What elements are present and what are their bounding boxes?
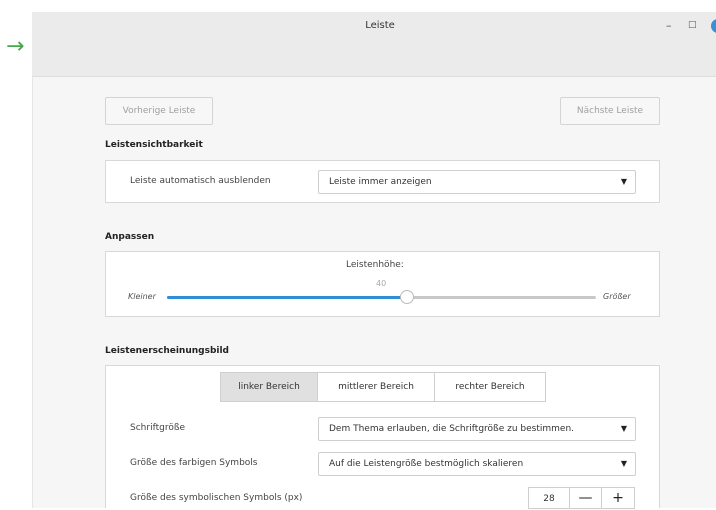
slider-max-label: Größer xyxy=(603,292,631,301)
tab-right-zone[interactable]: rechter Bereich xyxy=(434,372,546,402)
panel-height-value: 40 xyxy=(376,279,387,288)
next-panel-button[interactable]: Nächste Leiste xyxy=(560,97,660,125)
color-icon-size-label: Größe des farbigen Symbols xyxy=(130,458,258,468)
chevron-down-icon: ▼ xyxy=(620,177,627,186)
autohide-label: Leiste automatisch ausblenden xyxy=(130,176,271,186)
symbolic-icon-size-label: Größe des symbolischen Symbols (px) xyxy=(130,493,303,503)
slider-min-label: Kleiner xyxy=(128,292,156,301)
autohide-dropdown[interactable]: Leiste immer anzeigen ▼ xyxy=(318,170,636,194)
color-icon-size-dropdown-value: Auf die Leistengröße bestmöglich skalier… xyxy=(329,459,524,469)
autohide-dropdown-value: Leiste immer anzeigen xyxy=(329,177,432,187)
decrease-button[interactable]: — xyxy=(569,487,602,509)
tab-center-zone[interactable]: mittlerer Bereich xyxy=(317,372,435,402)
color-icon-size-dropdown[interactable]: Auf die Leistengröße bestmöglich skalier… xyxy=(318,452,636,476)
chevron-down-icon: ▼ xyxy=(620,424,627,433)
customize-section-title: Anpassen xyxy=(105,232,155,242)
font-size-dropdown-value: Dem Thema erlauben, die Schriftgröße zu … xyxy=(329,424,575,434)
appearance-section-title: Leistenerscheinungsbild xyxy=(105,346,230,356)
tab-left-zone[interactable]: linker Bereich xyxy=(220,372,318,402)
chevron-down-icon: ▼ xyxy=(620,459,627,468)
visibility-section-title: Leistensichtbarkeit xyxy=(105,140,203,150)
font-size-dropdown[interactable]: Dem Thema erlauben, die Schriftgröße zu … xyxy=(318,417,636,441)
panel-height-slider-fill xyxy=(167,296,408,299)
symbolic-icon-size-input[interactable]: 28 xyxy=(528,487,570,509)
increase-button[interactable]: + xyxy=(601,487,635,509)
font-size-label: Schriftgröße xyxy=(130,423,186,433)
maximize-button[interactable]: □ xyxy=(688,20,697,30)
window-title: Leiste xyxy=(365,20,395,31)
panel-height-title: Leistenhöhe: xyxy=(346,260,404,270)
left-margin xyxy=(0,0,32,508)
pointer-arrow-icon: → xyxy=(6,34,25,59)
previous-panel-button[interactable]: Vorherige Leiste xyxy=(105,97,213,125)
minimize-button[interactable]: – xyxy=(666,19,672,32)
